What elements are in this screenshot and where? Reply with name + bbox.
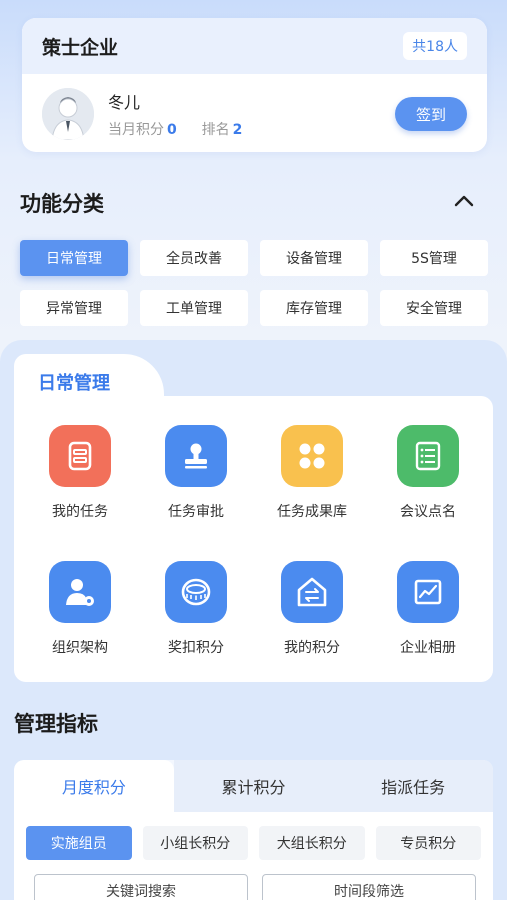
function-item[interactable]: 会议点名 [370,425,486,521]
points-value: 0 [167,122,177,138]
function-item[interactable]: 我的积分 [254,561,370,657]
company-name: 策士企业 [42,36,119,59]
user-avatar-icon [42,88,94,140]
rank-value: 2 [232,122,243,138]
metrics-sub-tab[interactable]: 专员积分 [375,826,481,860]
chart-frame-icon [397,561,459,623]
user-stats: 当月积分 0 排名 2 [108,119,395,139]
function-label: 我的任务 [52,504,108,520]
category-button[interactable]: 工单管理 [140,290,248,326]
company-header: 策士企业 共18人 [22,18,487,74]
metrics-tabs: 月度积分 累计积分 指派任务 [14,760,493,812]
points-label: 当月积分 [108,122,164,138]
metrics-sub-tabs: 实施组员 小组长积分 大组长积分 专员积分 [26,826,481,860]
panel-title: 日常管理 [38,373,110,394]
metrics-filters: 关键词搜索 时间段筛选 [26,874,481,900]
signin-button[interactable]: 签到 [395,97,467,131]
avatar[interactable] [42,88,94,140]
category-button[interactable]: 库存管理 [260,290,368,326]
category-button[interactable]: 设备管理 [260,240,368,276]
function-item[interactable]: 奖扣积分 [138,561,254,657]
function-item[interactable]: 我的任务 [22,425,138,521]
chevron-up-icon[interactable] [452,192,476,210]
task-icon [49,425,111,487]
list-icon [397,425,459,487]
metrics-sub-tab[interactable]: 大组长积分 [259,826,365,860]
metrics-sub-tab[interactable]: 小组长积分 [142,826,248,860]
function-label: 任务成果库 [277,504,347,520]
company-card: 策士企业 共18人 冬儿 当月积分 0 排名 2 签到 [22,18,487,152]
metrics-body: 实施组员 小组长积分 大组长积分 专员积分 关键词搜索 时间段筛选 [14,812,493,900]
stamp-icon [165,425,227,487]
metrics-tab[interactable]: 累计积分 [173,760,334,812]
metrics-section-title: 管理指标 [14,712,98,736]
function-label: 企业相册 [400,640,456,656]
function-grid: 我的任务 任务审批 任务成果库 会议点名组织架构 奖扣积分 我的积分 企业相册 [22,425,486,657]
tape-icon [165,561,227,623]
user-name: 冬儿 [108,93,141,112]
member-count-badge[interactable]: 共18人 [403,32,467,60]
function-label: 会议点名 [400,504,456,520]
category-button[interactable]: 全员改善 [140,240,248,276]
house-transfer-icon [281,561,343,623]
metrics-tab[interactable]: 指派任务 [333,760,493,812]
grid-dots-icon [281,425,343,487]
function-item[interactable]: 企业相册 [370,561,486,657]
category-button[interactable]: 安全管理 [380,290,488,326]
function-label: 组织架构 [52,640,108,656]
metrics-sub-tab[interactable]: 实施组员 [26,826,132,860]
category-grid: 日常管理 全员改善 设备管理 5S管理异常管理 工单管理 库存管理 安全管理 [20,240,488,326]
function-item[interactable]: 任务审批 [138,425,254,521]
rank-label: 排名 [201,122,230,138]
user-row: 冬儿 当月积分 0 排名 2 签到 [22,74,487,152]
metrics-card: 月度积分 累计积分 指派任务 实施组员 小组长积分 大组长积分 专员积分 关键词搜索 时间段… [14,760,493,900]
function-item[interactable]: 任务成果库 [254,425,370,521]
function-label: 任务审批 [168,504,224,520]
function-item[interactable]: 组织架构 [22,561,138,657]
functions-section-title: 功能分类 [20,192,104,216]
keyword-search-field[interactable]: 关键词搜索 [34,874,248,900]
user-info: 冬儿 当月积分 0 排名 2 [108,89,395,139]
metrics-tab[interactable]: 月度积分 [14,760,174,812]
category-button[interactable]: 5S管理 [380,240,488,276]
function-label: 我的积分 [284,640,340,656]
time-range-filter[interactable]: 时间段筛选 [262,874,476,900]
person-settings-icon [49,561,111,623]
function-label: 奖扣积分 [168,640,224,656]
category-button[interactable]: 日常管理 [20,240,128,276]
category-button[interactable]: 异常管理 [20,290,128,326]
